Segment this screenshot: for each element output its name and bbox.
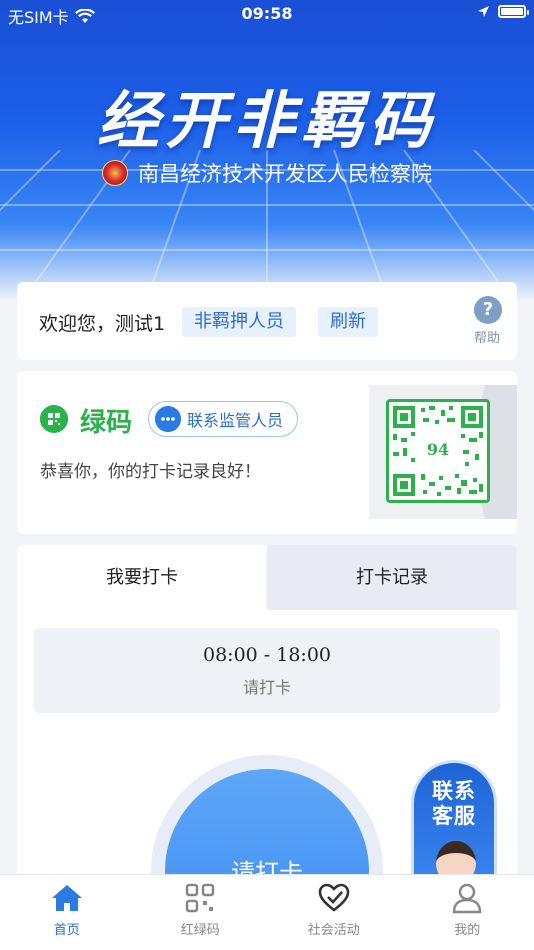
heart-check-icon [316,881,352,915]
status-right [477,5,529,18]
chat-bubble-icon [155,406,181,432]
welcome-card: 欢迎您，测试1 非羁押人员 刷新 ? 帮助 [17,282,517,360]
customer-service-button[interactable]: 联系 客服 [411,760,497,890]
check-in-button[interactable]: 请打卡 [165,769,369,885]
tabbar-profile[interactable]: 我的 [401,875,534,950]
tab-check-in-records[interactable]: 打卡记录 [267,545,517,610]
contact-supervisor-button[interactable]: 联系监管人员 [148,401,299,437]
tabbar-home-label: 首页 [53,923,80,938]
qr-code-panel[interactable]: 94 [369,385,517,519]
national-emblem-icon [102,160,128,186]
battery-icon [498,5,529,18]
health-code-card: 绿码 联系监管人员 恭喜你，你的打卡记录良好！ 94 [17,371,517,534]
time-slot: 08:00 - 18:00 请打卡 [34,628,500,713]
code-status-label: 绿码 [80,408,133,438]
home-icon [49,881,85,915]
refresh-button[interactable]: 刷新 [318,307,378,337]
tabbar-codes[interactable]: 红绿码 [134,875,268,950]
code-message: 恭喜你，你的打卡记录良好！ [40,462,261,482]
agency-name: 南昌经济技术开发区人民检察院 [0,158,534,188]
time-range: 08:00 - 18:00 [202,644,331,666]
tab-check-in[interactable]: 我要打卡 [17,545,267,610]
bottom-tab-bar: 首页 红绿码 社会活动 我的 [0,874,534,950]
agency-name-label: 南昌经济技术开发区人民检察院 [138,162,432,186]
help-label: 帮助 [473,331,500,346]
app-title: 经开非羁码 [96,84,437,157]
tabbar-profile-label: 我的 [454,923,481,938]
help-icon: ? [474,296,502,324]
status-bar: 无SIM卡 09:58 [0,0,534,28]
qr-code-icon [40,405,68,433]
welcome-message: 欢迎您，测试1 [39,313,166,335]
tabbar-home[interactable]: 首页 [0,875,134,950]
tabbar-social-activities[interactable]: 社会活动 [267,875,401,950]
tabbar-social-label: 社会活动 [307,923,360,938]
customer-service-line2: 客服 [432,804,476,828]
code-grid-icon [182,881,218,915]
user-icon [449,881,485,915]
time-slot-hint: 请打卡 [242,678,291,697]
check-in-button-ring: 请打卡 [151,755,383,885]
location-arrow-icon [478,6,489,17]
tabbar-codes-label: 红绿码 [180,923,220,938]
contact-supervisor-label: 联系监管人员 [187,411,284,430]
customer-service-label: 联系 客服 [414,779,494,829]
qr-code-image: 94 [386,399,490,503]
role-tag: 非羁押人员 [182,307,296,337]
customer-service-line1: 联系 [432,779,476,803]
help-button[interactable]: ? 帮助 [473,296,503,346]
header-banner: 经开非羁码 南昌经济技术开发区人民检察院 [0,0,534,300]
qr-score: 94 [421,436,455,464]
clock: 09:58 [241,4,293,23]
